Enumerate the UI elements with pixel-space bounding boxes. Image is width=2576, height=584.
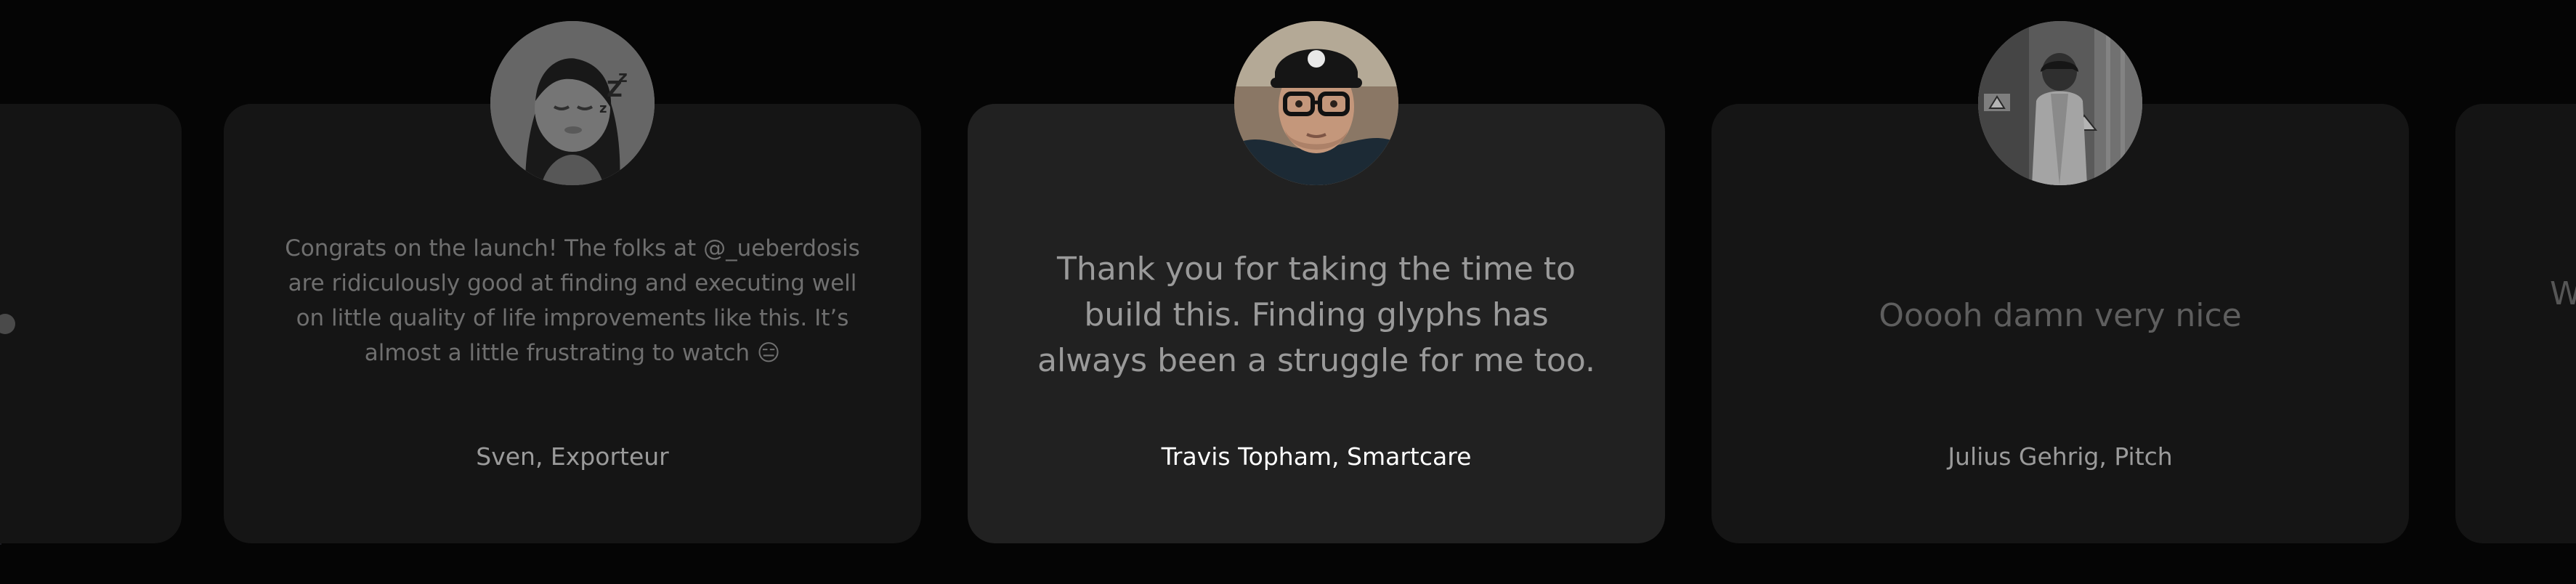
testimonial-author: Sven, Exporteur	[476, 442, 669, 471]
photo-avatar-icon	[1978, 21, 2142, 185]
avatar: Z z z	[490, 21, 655, 185]
testimonial-quote: W	[2550, 275, 2576, 312]
svg-text:z: z	[618, 68, 628, 86]
testimonial-card-julius[interactable]: Ooooh damn very nice Julius Gehrig, Pitc…	[1712, 21, 2409, 543]
testimonial-card-next[interactable]: W	[2455, 104, 2576, 543]
photo-avatar-icon	[1234, 21, 1398, 185]
testimonial-card-previous[interactable]	[0, 104, 182, 543]
svg-text:z: z	[599, 101, 607, 116]
testimonial-carousel: Z z z Congrats on the launch! The folks …	[0, 0, 2576, 584]
svg-text:Z: Z	[607, 77, 623, 102]
testimonial-card-sven[interactable]: Z z z Congrats on the launch! The folks …	[224, 21, 921, 543]
testimonial-track: Z z z Congrats on the launch! The folks …	[0, 0, 2576, 584]
testimonial-author: Julius Gehrig, Pitch	[1948, 442, 2173, 471]
testimonial-quote: Thank you for taking the time to build t…	[1037, 251, 1595, 379]
testimonial-card-travis[interactable]: Thank you for taking the time to build t…	[968, 21, 1665, 543]
memoji-avatar-icon: Z z z	[490, 21, 655, 185]
emoji-icon	[0, 312, 17, 336]
testimonial-author: Travis Topham, Smartcare	[1161, 442, 1472, 471]
testimonial-quote: Congrats on the launch! The folks at @_u…	[285, 235, 860, 366]
testimonial-quote: Ooooh damn very nice	[1879, 297, 2242, 334]
avatar	[1234, 21, 1398, 185]
avatar	[1978, 21, 2142, 185]
